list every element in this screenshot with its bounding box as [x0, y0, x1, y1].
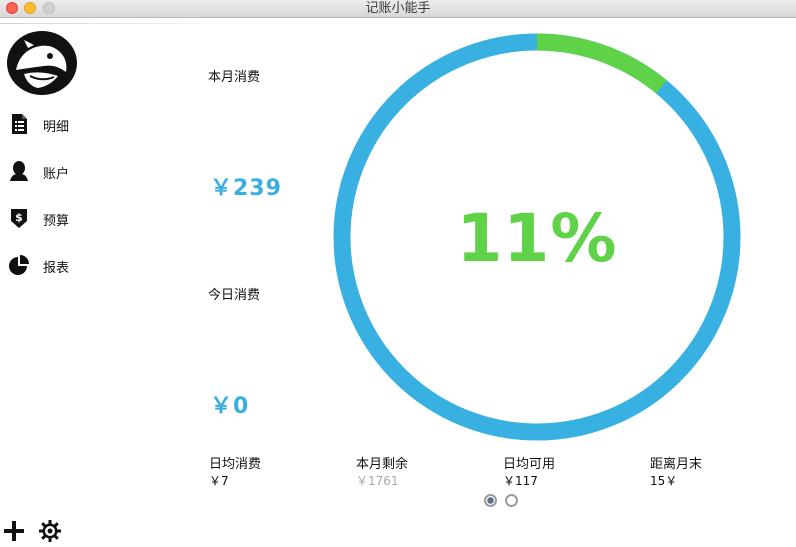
dollar-shield-icon: $	[11, 209, 27, 228]
footer-stat-label: 本月剩余	[356, 457, 409, 472]
budget-percent: 11%	[456, 200, 618, 277]
avatar[interactable]	[6, 30, 78, 96]
sidebar-toolbar	[0, 517, 200, 547]
month-spending-value: ￥239	[210, 176, 282, 201]
person-icon	[10, 161, 28, 181]
month-spending-label: 本月消费	[208, 70, 261, 85]
sidebar-item-label: 预算	[43, 214, 70, 229]
footer-stat-label: 日均消费	[209, 457, 262, 472]
footer-stat-value: ￥117	[503, 474, 538, 488]
daily-available: 日均可用 ￥117	[503, 456, 633, 489]
daily-average-spending: 日均消费 ￥7	[209, 456, 339, 489]
svg-text:$: $	[15, 211, 23, 224]
sidebar: 明细 账户 $ 预算 报表	[0, 18, 200, 547]
sidebar-divider	[0, 23, 200, 24]
sidebar-item-account[interactable]: 账户	[8, 159, 158, 185]
days-to-month-end: 距离月末 15￥	[650, 456, 780, 489]
footer-stat-label: 距离月末	[650, 457, 703, 472]
today-spending-label: 今日消费	[208, 288, 261, 303]
sidebar-item-label: 账户	[43, 167, 70, 182]
sidebar-item-label: 报表	[43, 261, 70, 276]
today-spending-value: ￥0	[210, 394, 250, 419]
gear-icon[interactable]	[38, 519, 62, 543]
add-icon[interactable]	[2, 519, 26, 543]
pie-chart-icon	[9, 255, 29, 275]
sidebar-item-reports[interactable]: 报表	[8, 253, 158, 279]
page-indicator-2[interactable]	[505, 494, 518, 507]
footer-stat-value: ￥7	[209, 474, 229, 488]
window-title: 记账小能手	[365, 1, 431, 16]
sidebar-item-details[interactable]: 明细	[8, 112, 158, 138]
document-list-icon	[12, 114, 27, 134]
title-bar: 记账小能手	[0, 0, 796, 18]
footer-stat-label: 日均可用	[503, 457, 556, 472]
footer-stat-value: 15￥	[650, 474, 678, 488]
month-remaining: 本月剩余 ￥1761	[356, 456, 486, 489]
footer-stat-value: ￥1761	[356, 474, 399, 488]
page-indicator-1[interactable]	[484, 494, 497, 507]
sidebar-item-budget[interactable]: $ 预算	[8, 206, 158, 232]
sidebar-item-label: 明细	[43, 120, 70, 135]
